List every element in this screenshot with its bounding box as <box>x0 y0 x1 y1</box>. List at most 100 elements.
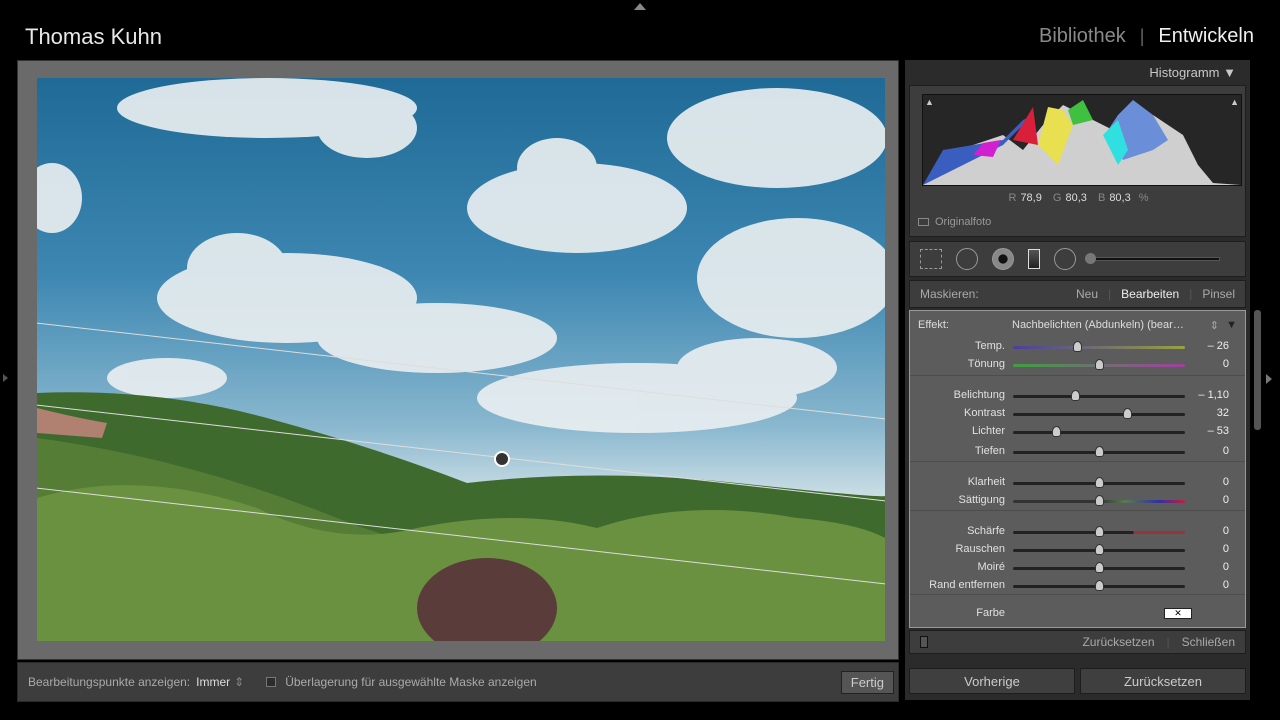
photo[interactable] <box>37 78 885 641</box>
adjustment-panel: Effekt: Nachbelichten (Abdunkeln) (bear…… <box>909 310 1246 628</box>
slider-label: Moiré <box>977 561 1005 573</box>
slider-label: Temp. <box>975 340 1005 352</box>
edit-pin-icon <box>494 451 510 467</box>
color-row: Farbe ✕ <box>910 605 1245 623</box>
reset-button[interactable]: Zurücksetzen <box>1080 668 1246 694</box>
crop-tool-icon[interactable] <box>920 249 942 269</box>
module-separator: | <box>1139 26 1145 46</box>
slider-row: Kontrast 32 <box>910 405 1245 423</box>
slider-value[interactable]: – 1,10 <box>1198 389 1229 401</box>
top-panel-toggle-icon[interactable] <box>634 3 646 10</box>
panel-scrollbar[interactable] <box>1254 310 1261 430</box>
right-panel-toggle-icon[interactable] <box>1266 374 1272 384</box>
mask-edit[interactable]: Bearbeiten <box>1121 287 1179 301</box>
slider-value[interactable]: 0 <box>1223 476 1229 488</box>
module-entwickeln[interactable]: Entwickeln <box>1158 25 1254 48</box>
slider-thumb[interactable] <box>1122 408 1132 419</box>
slider-rauschen[interactable] <box>1013 544 1185 555</box>
divider <box>910 461 1245 462</box>
slider-row: Rauschen 0 <box>910 541 1245 559</box>
original-photo-toggle[interactable]: Originalfoto <box>918 216 991 228</box>
overlay-label: Überlagerung für ausgewählte Maske anzei… <box>285 675 537 689</box>
effect-select[interactable]: Nachbelichten (Abdunkeln) (bear… <box>1012 319 1184 331</box>
slider-row: Schärfe 0 <box>910 523 1245 541</box>
slider-kontrast[interactable] <box>1013 408 1185 419</box>
done-button[interactable]: Fertig <box>840 671 894 694</box>
slider-value[interactable]: 0 <box>1223 494 1229 506</box>
slider-thumb[interactable] <box>1052 426 1061 437</box>
module-bibliothek[interactable]: Bibliothek <box>1039 25 1126 48</box>
slider-thumb[interactable] <box>1070 390 1080 401</box>
previous-button[interactable]: Vorherige <box>909 668 1075 694</box>
histogram-title-text: Histogramm <box>1149 65 1220 80</box>
highlight-clipping-icon[interactable]: ▲ <box>1230 97 1239 107</box>
slider-sättigung[interactable] <box>1013 495 1185 506</box>
slider-value[interactable]: 0 <box>1223 525 1229 537</box>
slider-thumb[interactable] <box>1095 446 1104 457</box>
slider-row: Klarheit 0 <box>910 474 1245 492</box>
slider-thumb[interactable] <box>1095 477 1104 488</box>
panel-reset-button[interactable]: Zurücksetzen <box>1082 635 1154 649</box>
landscape-photo <box>37 78 885 641</box>
slider-value[interactable]: – 26 <box>1208 340 1229 352</box>
g-label: G <box>1052 192 1062 204</box>
panel-switch-icon[interactable] <box>920 636 928 648</box>
slider-value[interactable]: 0 <box>1223 561 1229 573</box>
histogram-title[interactable]: Histogramm ▼ <box>1149 65 1236 80</box>
select-arrows-icon: ⇕ <box>1209 320 1219 332</box>
slider-value[interactable]: 0 <box>1223 579 1229 591</box>
slider-label: Tönung <box>967 358 1005 370</box>
brush-slider[interactable] <box>1085 253 1220 264</box>
slider-belichtung[interactable] <box>1013 390 1185 401</box>
slider-thumb[interactable] <box>1095 580 1104 591</box>
slider-schärfe[interactable] <box>1013 526 1185 537</box>
color-swatch-icon[interactable]: ✕ <box>1164 608 1192 619</box>
checkbox-icon[interactable] <box>918 218 929 226</box>
panel-close-button[interactable]: Schließen <box>1182 635 1235 649</box>
slider-row: Tönung 0 <box>910 356 1245 374</box>
divider <box>910 510 1245 511</box>
slider-thumb[interactable] <box>1095 495 1104 506</box>
slider-thumb[interactable] <box>1095 544 1104 555</box>
show-points-label: Bearbeitungspunkte anzeigen: <box>28 675 191 689</box>
red-eye-icon[interactable] <box>992 248 1014 270</box>
mask-brush[interactable]: Pinsel <box>1202 287 1235 301</box>
slider-value[interactable]: 0 <box>1223 445 1229 457</box>
mask-new[interactable]: Neu <box>1076 287 1098 301</box>
slider-thumb[interactable] <box>1072 341 1082 352</box>
slider-value[interactable]: 0 <box>1223 358 1229 370</box>
overlay-checkbox[interactable] <box>266 677 277 687</box>
slider-label: Rand entfernen <box>929 579 1005 591</box>
slider-klarheit[interactable] <box>1013 477 1185 488</box>
slider-row: Tiefen 0 <box>910 443 1245 461</box>
divider <box>910 375 1245 376</box>
slider-thumb[interactable] <box>1095 359 1104 370</box>
slider-thumb[interactable] <box>1095 562 1104 573</box>
r-value: 78,9 <box>1020 192 1042 204</box>
effect-label: Effekt: <box>918 319 949 331</box>
slider-temp-[interactable] <box>1013 341 1185 352</box>
g-value: 80,3 <box>1065 192 1087 204</box>
slider-value[interactable]: 0 <box>1223 543 1229 555</box>
tool-strip <box>909 241 1246 277</box>
panel-footer: Zurücksetzen | Schließen <box>909 630 1246 654</box>
slider-tiefen[interactable] <box>1013 446 1185 457</box>
image-viewer[interactable] <box>17 60 899 660</box>
toolbar: Bearbeitungspunkte anzeigen: Immer ⇕ Übe… <box>17 662 899 702</box>
show-points-select[interactable]: Immer <box>196 675 230 689</box>
slider-row: Moiré 0 <box>910 559 1245 577</box>
left-panel-toggle-icon[interactable] <box>3 374 8 382</box>
slider-lichter[interactable] <box>1013 426 1185 437</box>
radial-filter-icon[interactable] <box>1054 248 1076 270</box>
spot-removal-icon[interactable] <box>956 248 978 270</box>
slider-moir-[interactable] <box>1013 562 1185 573</box>
slider-value[interactable]: 32 <box>1217 407 1229 419</box>
slider-tönung[interactable] <box>1013 359 1185 370</box>
graduated-filter-icon[interactable] <box>1028 249 1040 269</box>
slider-thumb[interactable] <box>1095 526 1104 537</box>
slider-rand-entfernen[interactable] <box>1013 580 1185 591</box>
slider-label: Rauschen <box>955 543 1005 555</box>
shadow-clipping-icon[interactable]: ▲ <box>925 97 934 107</box>
collapse-triangle-icon[interactable]: ▼ <box>1226 319 1237 331</box>
slider-value[interactable]: – 53 <box>1208 425 1229 437</box>
